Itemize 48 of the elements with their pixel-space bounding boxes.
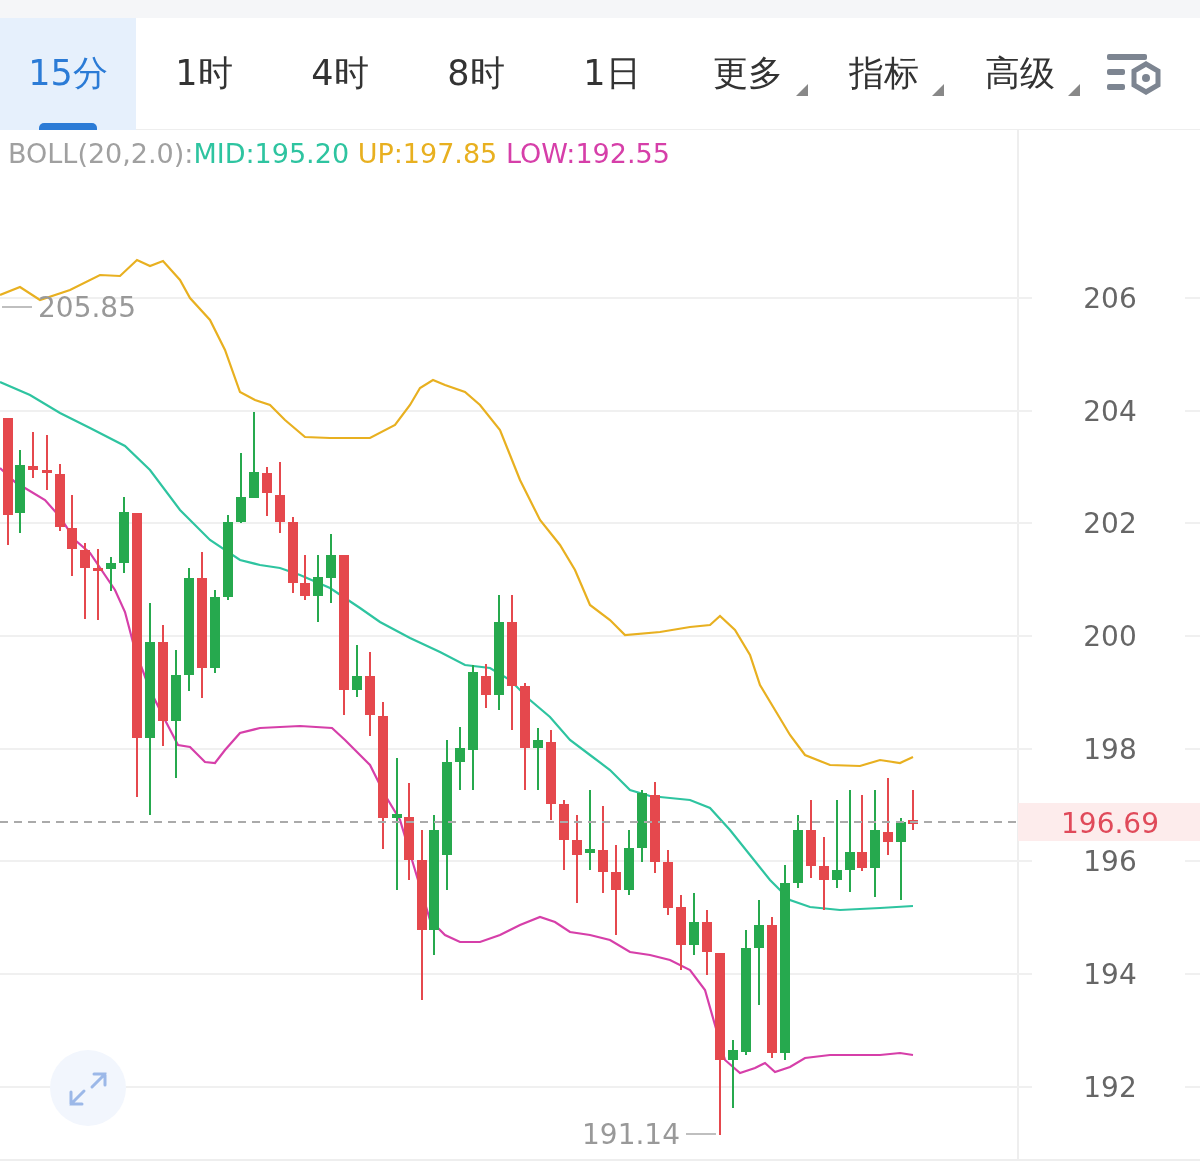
candlestick xyxy=(455,726,465,791)
lower-value: LOW:192.55 xyxy=(505,138,670,169)
candlestick xyxy=(106,556,116,592)
price-axis-label: 200 xyxy=(1083,620,1137,653)
indicator-name: BOLL(20,2.0): xyxy=(8,138,194,169)
timeframe-tab[interactable]: 指标 xyxy=(816,17,952,130)
candlestick xyxy=(262,466,272,517)
timeframe-tab[interactable]: 高级 xyxy=(952,17,1088,130)
candlestick xyxy=(702,909,712,976)
candlestick xyxy=(28,431,38,479)
timeframe-tab[interactable]: 1日 xyxy=(544,17,680,130)
current-price-label: 196.69 xyxy=(1061,807,1159,840)
candlestick xyxy=(559,799,569,871)
price-axis-label: 206 xyxy=(1083,282,1137,315)
price-axis-label: 202 xyxy=(1083,507,1137,540)
candlestick xyxy=(663,849,673,916)
upper-value: UP:197.85 xyxy=(357,138,498,169)
candlestick xyxy=(481,663,491,709)
candlestick xyxy=(300,554,310,601)
candlestick xyxy=(533,727,543,791)
candlestick xyxy=(352,644,362,698)
mid-value: MID:195.20 xyxy=(193,138,350,169)
dropdown-corner-icon xyxy=(1068,83,1080,96)
candlestick xyxy=(908,789,918,831)
price-axis-label: 204 xyxy=(1083,395,1137,428)
candlestick xyxy=(728,1039,738,1109)
timeframe-tab[interactable]: 更多 xyxy=(680,17,816,130)
dropdown-corner-icon xyxy=(932,83,944,96)
price-axis-label: 192 xyxy=(1083,1071,1137,1104)
expand-icon xyxy=(69,1072,107,1106)
candlestick xyxy=(326,533,336,604)
timeframe-tab[interactable]: 4时 xyxy=(272,17,408,130)
candlestick xyxy=(624,829,634,896)
high-price-marker: 205.85 xyxy=(38,291,136,324)
dropdown-corner-icon xyxy=(796,83,808,96)
candlestick xyxy=(55,463,65,532)
low-price-marker: 191.14 xyxy=(582,1118,680,1151)
timeframe-tab[interactable]: 15分 xyxy=(0,17,136,130)
candlestick xyxy=(236,452,246,524)
candlestick xyxy=(42,434,52,491)
candlestick xyxy=(689,892,699,956)
timeframe-tab[interactable]: 1时 xyxy=(136,17,272,130)
price-axis-label: 198 xyxy=(1083,733,1137,766)
price-axis-label: 194 xyxy=(1083,958,1137,991)
price-axis-label: 196 xyxy=(1083,845,1137,878)
timeframe-tab[interactable]: 8时 xyxy=(408,17,544,130)
candlestick xyxy=(313,554,323,623)
expand-button[interactable] xyxy=(50,1050,126,1126)
